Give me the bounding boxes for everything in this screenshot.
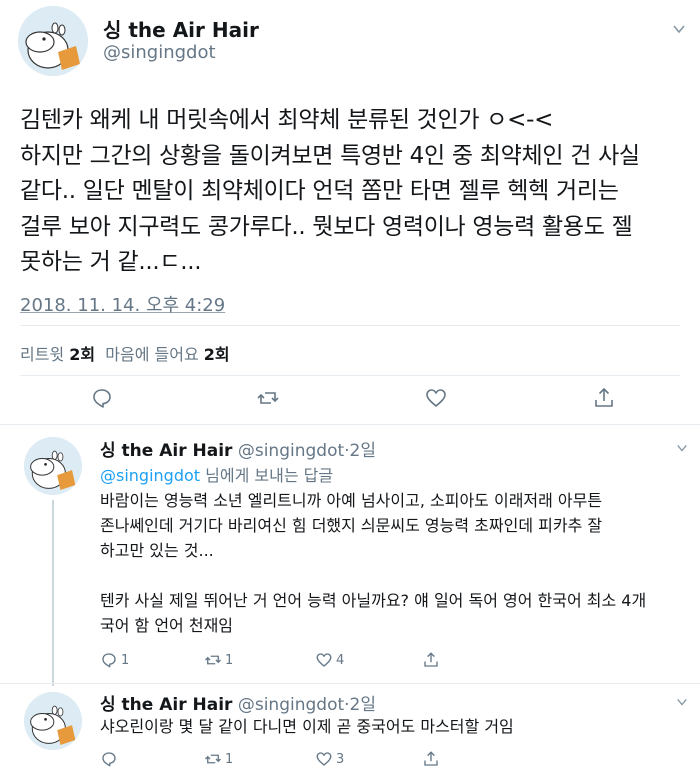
tweet-line: 김텐카 왜케 내 머릿속에서 최약체 분류된 것인가 ㅇ<-< [20,107,554,133]
main-tweet: 싱 the Air Hair @singingdot 김텐카 왜케 내 머릿속에… [0,0,700,425]
tweet-line: 걸루 보아 지구력도 콩가루다.. 뭣보다 영력이나 영능력 활용도 젤 [20,213,633,240]
avatar[interactable] [18,6,88,76]
thread-line [52,500,54,686]
mention-link[interactable]: @singingdot [100,466,200,485]
retweet-count: 1 [225,652,234,668]
chevron-down-icon[interactable] [676,442,688,454]
reply-text: 바람이는 영능력 소년 엘리트니까 아예 넘사이고, 소피아도 이래저래 아무튼… [100,491,647,635]
reply-actions: 1 1 4 [100,651,500,671]
like-icon [316,653,332,667]
tweet-line: 같다.. 일단 멘탈이 최약체이다 언덕 쫌만 타면 젤루 헥헥 거리는 [20,178,619,204]
retweet-icon[interactable] [256,386,280,410]
divider [20,375,680,376]
reply-action[interactable]: 1 [100,651,129,669]
reply-icon [102,752,116,767]
retweets-count[interactable]: 2회 [69,345,95,364]
reply-header: 싱 the Air Hair @singingdot·2일 [100,441,377,461]
moomin-avatar-icon [24,437,82,495]
like-count: 4 [336,652,345,668]
replying-to: @singingdot 님에게 보내는 답글 [100,462,333,486]
reply-icon [102,653,116,668]
reply-icon[interactable] [90,386,114,410]
reply-text: 샤오린이랑 몇 달 같이 다니면 이제 곧 중국어도 마스터할 거임 [100,717,514,736]
like-action[interactable]: 3 [315,750,344,768]
moomin-avatar-icon [24,692,82,750]
reply-age[interactable]: 2일 [350,441,376,461]
retweet-icon [205,754,221,764]
display-name[interactable]: 싱 the Air Hair [100,441,232,461]
avatar[interactable] [24,692,82,750]
reply-tweet[interactable]: 싱 the Air Hair @singingdot·2일 샤오린이랑 몇 달 … [0,684,700,776]
tweet-actions [0,386,700,414]
user-handle[interactable]: @singingdot [238,441,344,461]
reply-header: 싱 the Air Hair @singingdot·2일 [100,695,377,715]
reply-age[interactable]: 2일 [350,695,376,715]
retweet-action[interactable]: 1 [204,651,233,669]
share-icon [424,751,438,766]
user-handle[interactable]: @singingdot [238,695,344,715]
tweet-timestamp[interactable]: 2018. 11. 14. 오후 4:29 [20,291,225,317]
chevron-down-icon[interactable] [676,696,688,708]
like-action[interactable]: 4 [315,651,344,669]
replying-to-label: 님에게 보내는 답글 [200,466,334,485]
display-name[interactable]: 싱 the Air Hair [103,14,259,43]
moomin-avatar-icon [18,6,88,76]
share-action[interactable] [422,750,440,768]
divider [20,325,680,326]
share-action[interactable] [422,651,440,669]
share-icon [424,652,438,667]
user-handle[interactable]: @singingdot [103,42,216,63]
likes-count[interactable]: 2회 [204,345,230,364]
reply-actions: 1 3 [100,750,500,770]
like-icon[interactable] [424,386,448,410]
retweet-count: 1 [225,751,234,767]
reply-tweet[interactable]: 싱 the Air Hair @singingdot·2일 @singingdo… [0,426,700,686]
like-count: 3 [336,751,345,767]
tweet-line: 못하는 거 같...ㄷ... [20,249,202,275]
tweet-text: 김텐카 왜케 내 머릿속에서 최약체 분류된 것인가 ㅇ<-< 하지만 그간의 … [20,103,685,281]
retweet-action[interactable]: 1 [204,750,233,768]
tweet-line: 하지만 그간의 상황을 돌이켜보면 특영반 4인 중 최약체인 건 사실 [20,142,640,169]
engagement-stats: 리트윗 2회 마음에 들어요 2회 [20,341,230,365]
retweet-icon [205,655,221,665]
like-icon [316,752,332,766]
likes-label[interactable]: 마음에 들어요 [105,345,198,364]
avatar[interactable] [24,437,82,495]
display-name[interactable]: 싱 the Air Hair [100,695,232,715]
share-icon[interactable] [592,386,616,410]
reply-count: 1 [121,652,130,668]
reply-action[interactable] [100,750,121,768]
chevron-down-icon[interactable] [672,22,686,36]
retweets-label[interactable]: 리트윗 [20,345,64,364]
